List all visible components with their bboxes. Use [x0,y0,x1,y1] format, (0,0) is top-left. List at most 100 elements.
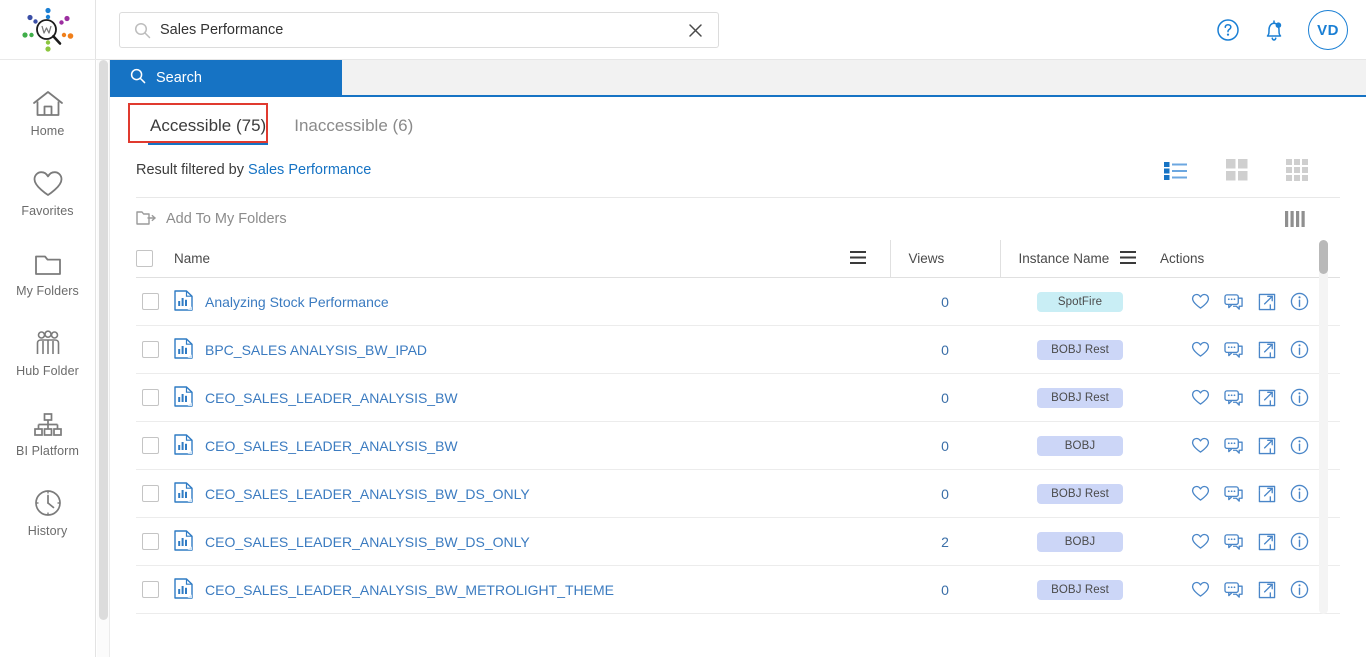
page-scrollbar-thumb[interactable] [99,60,108,620]
instance-column-menu[interactable] [1120,240,1160,278]
heart-icon[interactable] [1191,293,1210,310]
sidebar-item-history[interactable]: History [0,472,96,552]
info-icon[interactable] [1290,484,1309,503]
columns-icon[interactable] [1284,209,1340,229]
sidebar-item-favorites[interactable]: Favorites [0,152,96,232]
table-scrollbar[interactable] [1319,240,1328,614]
row-views-cell: 0 [890,565,1000,614]
help-circle-icon[interactable] [1216,18,1240,42]
instance-badge: BOBJ Rest [1037,483,1123,504]
tab-accessible[interactable]: Accessible (75) [136,116,280,145]
comment-icon[interactable] [1224,533,1244,551]
row-checkbox[interactable] [142,581,159,599]
row-name-link[interactable]: CEO_SALES_LEADER_ANALYSIS_BW [205,390,458,406]
sidebar-item-label: Home [30,124,65,138]
results-table-head: Name Views Instance Name Actions [136,240,1340,278]
sidebar-item-label: Hub Folder [16,364,79,378]
open-expand-icon[interactable] [1258,581,1276,599]
row-name-link[interactable]: CEO_SALES_LEADER_ANALYSIS_BW_DS_ONLY [205,534,530,550]
row-name-link[interactable]: CEO_SALES_LEADER_ANALYSIS_BW [205,438,458,454]
row-name-link[interactable]: CEO_SALES_LEADER_ANALYSIS_BW_METROLIGHT_… [205,582,614,598]
open-expand-icon[interactable] [1258,341,1276,359]
table-row[interactable]: Analyzing Stock Performance 0 SpotFire [136,277,1340,326]
heart-icon[interactable] [1191,485,1210,502]
sidebar-item-hub-folder[interactable]: Hub Folder [0,312,96,392]
tab-search-label: Search [156,70,202,86]
row-name-link[interactable]: Analyzing Stock Performance [205,294,389,310]
table-row[interactable]: CEO_SALES_LEADER_ANALYSIS_BW_DS_ONLY 0 BOB… [136,469,1340,518]
row-checkbox[interactable] [142,341,159,359]
row-name-menu-cell [850,325,890,374]
row-actions-cell [1160,565,1340,614]
row-checkbox[interactable] [142,485,159,503]
open-expand-icon[interactable] [1258,485,1276,503]
info-icon[interactable] [1290,292,1309,311]
table-row[interactable]: CEO_SALES_LEADER_ANALYSIS_BW 0 BOBJ [136,421,1340,470]
row-instance-cell: BOBJ Rest [1000,469,1160,518]
column-header-name[interactable]: Name [174,240,850,278]
comment-icon[interactable] [1224,293,1244,311]
sidebar-item-my-folders[interactable]: My Folders [0,232,96,312]
row-actions-cell [1160,421,1340,470]
row-checkbox[interactable] [142,437,159,455]
tab-inaccessible[interactable]: Inaccessible (6) [280,116,427,145]
clear-search-icon[interactable] [682,23,708,38]
tab-search[interactable]: Search [110,60,342,96]
small-grid-view-toggle[interactable] [1286,159,1308,181]
row-instance-cell: BOBJ Rest [1000,373,1160,422]
comment-icon[interactable] [1224,485,1244,503]
results-tabs: Accessible (75) Inaccessible (6) [110,97,1366,145]
global-search-box[interactable] [119,12,719,48]
table-row[interactable]: BPC_SALES ANALYSIS_BW_IPAD 0 BOBJ Rest [136,325,1340,374]
comment-icon[interactable] [1224,389,1244,407]
app-logo[interactable] [0,0,96,60]
bell-icon[interactable] [1262,18,1286,43]
heart-icon[interactable] [1191,581,1210,598]
open-expand-icon[interactable] [1258,533,1276,551]
open-expand-icon[interactable] [1258,389,1276,407]
sidebar-item-bi-platform[interactable]: BI Platform [0,392,96,472]
add-to-my-folders-button[interactable]: Add To My Folders [136,209,287,230]
result-filter-term[interactable]: Sales Performance [248,162,371,178]
row-name-link[interactable]: BPC_SALES ANALYSIS_BW_IPAD [205,342,427,358]
name-column-menu[interactable] [850,240,890,278]
home-icon [32,86,64,118]
list-view-toggle[interactable] [1164,161,1188,180]
row-checkbox[interactable] [142,389,159,407]
filter-summary-row: Result filtered by Sales Performance [110,145,1366,185]
row-views-cell: 0 [890,421,1000,470]
info-icon[interactable] [1290,436,1309,455]
user-avatar[interactable]: VD [1308,10,1348,50]
open-expand-icon[interactable] [1258,293,1276,311]
table-scrollbar-thumb[interactable] [1319,240,1328,274]
comment-icon[interactable] [1224,341,1244,359]
info-icon[interactable] [1290,580,1309,599]
table-row[interactable]: CEO_SALES_LEADER_ANALYSIS_BW 0 BOBJ Rest [136,373,1340,422]
open-expand-icon[interactable] [1258,437,1276,455]
search-input[interactable] [154,21,682,39]
select-all-checkbox[interactable] [136,250,153,267]
heart-icon[interactable] [1191,341,1210,358]
table-row[interactable]: CEO_SALES_LEADER_ANALYSIS_BW_DS_ONLY 2 BOB… [136,517,1340,566]
column-header-instance-name[interactable]: Instance Name [999,240,1120,278]
column-header-views[interactable]: Views [889,240,1000,278]
row-checkbox[interactable] [142,533,159,551]
row-select-cell [136,325,174,374]
info-icon[interactable] [1290,532,1309,551]
row-name-link[interactable]: CEO_SALES_LEADER_ANALYSIS_BW_DS_ONLY [205,486,530,502]
info-icon[interactable] [1290,388,1309,407]
info-icon[interactable] [1290,340,1309,359]
medium-grid-view-toggle[interactable] [1226,159,1248,181]
comment-icon[interactable] [1224,437,1244,455]
heart-icon[interactable] [1191,437,1210,454]
heart-icon[interactable] [1191,533,1210,550]
sidebar-item-home[interactable]: Home [0,72,96,152]
row-views-cell: 0 [890,325,1000,374]
row-name-menu-cell [850,373,890,422]
row-name-menu-cell [850,517,890,566]
row-checkbox[interactable] [142,293,159,311]
comment-icon[interactable] [1224,581,1244,599]
page-scrollbar[interactable] [97,60,110,657]
table-row[interactable]: CEO_SALES_LEADER_ANALYSIS_BW_METROLIGHT_… [136,565,1340,614]
heart-icon[interactable] [1191,389,1210,406]
